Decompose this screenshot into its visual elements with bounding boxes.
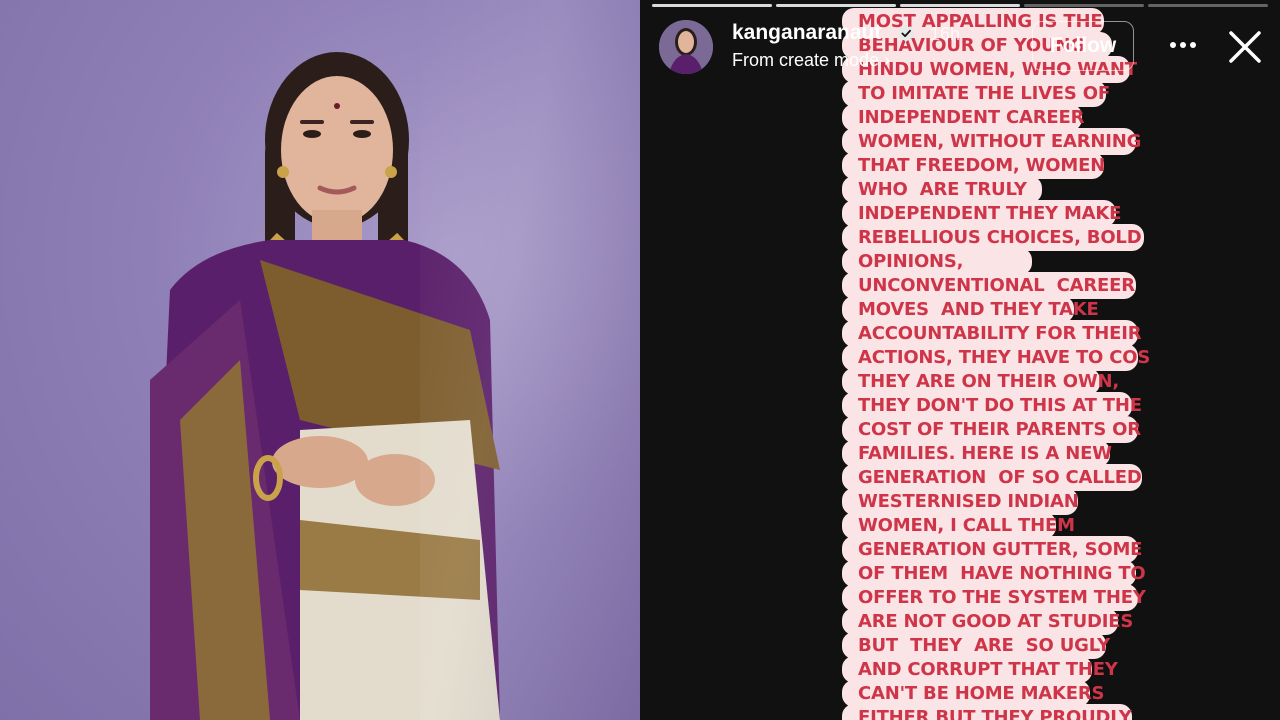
story-text-line: WOMEN, I CALL THEM: [842, 512, 1075, 539]
story-text-line: OFFER TO THE SYSTEM THEY: [842, 584, 1146, 611]
story-text-line: CAN'T BE HOME MAKERS: [842, 680, 1104, 707]
verified-badge-icon: [897, 24, 915, 42]
story-text-line: ACCOUNTABILITY FOR THEIR: [842, 320, 1142, 347]
post-time: 16h: [930, 24, 961, 44]
story-text-line: AND CORRUPT THAT THEY: [842, 656, 1118, 683]
story-text-line: OF THEM HAVE NOTHING TO: [842, 560, 1146, 587]
story-text-line: GENERATION OF SO CALLED: [842, 464, 1142, 491]
chevron-right-icon: ›: [884, 50, 891, 70]
story-text-line: EITHER BUT THEY PROUDLY: [842, 704, 1132, 720]
story-text-line: INDEPENDENT CAREER: [842, 104, 1084, 131]
progress-segment: [652, 4, 772, 7]
portrait-photo: [0, 0, 640, 720]
avatar-image: [659, 20, 713, 74]
follow-button[interactable]: Follow: [1032, 21, 1134, 71]
story-text-line: COST OF THEIR PARENTS OR: [842, 416, 1141, 443]
story-text-line: GENERATION GUTTER, SOME: [842, 536, 1142, 563]
story-text-line: FAMILIES. HERE IS A NEW: [842, 440, 1112, 467]
more-options-icon[interactable]: [1168, 30, 1198, 60]
story-view: MOST APPALLING IS THE BEHAVIOUR OF YOUNG H…: [640, 0, 1280, 720]
story-progress-bar: [652, 4, 1268, 7]
subtitle-text: From create mode: [732, 50, 880, 70]
photo-shadow: [420, 0, 640, 720]
story-text-line: WESTERNISED INDIAN: [842, 488, 1079, 515]
progress-segment: [1148, 4, 1268, 7]
story-text-line: UNCONVENTIONAL CAREER: [842, 272, 1136, 299]
close-icon[interactable]: [1228, 30, 1262, 64]
story-text-line: ARE NOT GOOD AT STUDIES: [842, 608, 1133, 635]
story-text-line: REBELLIOUS CHOICES, BOLD: [842, 224, 1144, 251]
story-text-line: OPINIONS,: [842, 248, 1032, 275]
screen: MOST APPALLING IS THE BEHAVIOUR OF YOUNG H…: [0, 0, 1280, 720]
story-text-line: TO IMITATE THE LIVES OF: [842, 80, 1110, 107]
story-text-line: THAT FREEDOM, WOMEN: [842, 152, 1105, 179]
progress-segment: [900, 4, 1020, 7]
story-text-line: BUT THEY ARE SO UGLY: [842, 632, 1110, 659]
story-text-line: THEY ARE ON THEIR OWN,: [842, 368, 1119, 395]
story-subtitle[interactable]: From create mode ›: [732, 50, 890, 71]
story-text-line: INDEPENDENT THEY MAKE: [842, 200, 1121, 227]
username[interactable]: kanganaranaut: [732, 21, 881, 45]
avatar[interactable]: [659, 20, 713, 74]
story-text-line: MOVES AND THEY TAKE: [842, 296, 1099, 323]
story-text-line: WHO ARE TRULY: [842, 176, 1042, 203]
progress-segment: [1024, 4, 1144, 7]
story-text-line: ACTIONS, THEY HAVE TO COS: [842, 344, 1150, 371]
story-text-line: WOMEN, WITHOUT EARNING: [842, 128, 1141, 155]
progress-segment: [776, 4, 896, 7]
story-text-line: THEY DON'T DO THIS AT THE: [842, 392, 1142, 419]
